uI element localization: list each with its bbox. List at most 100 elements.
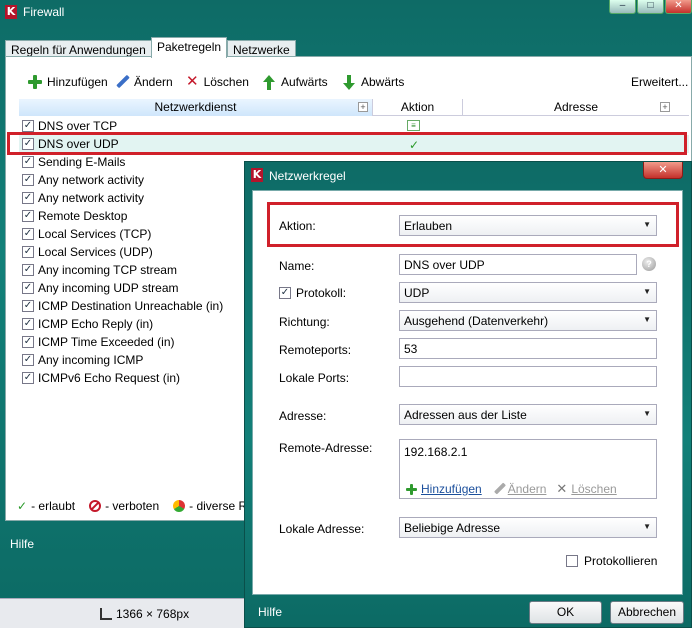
log-icon: ≡: [407, 120, 420, 131]
direction-label: Richtung:: [279, 315, 330, 329]
up-label: Aufwärts: [281, 75, 328, 89]
remote-delete-link[interactable]: Löschen: [571, 482, 616, 496]
row-checkbox[interactable]: ✓: [22, 372, 34, 384]
grid-header: Netzwerkdienst + Aktion Adresse +: [19, 99, 689, 116]
legend-forbidden: - verboten: [105, 499, 160, 513]
pencil-icon: [492, 483, 504, 495]
action-label: Aktion:: [279, 219, 316, 233]
kaspersky-logo-icon: K: [251, 168, 263, 182]
dialog-titlebar: K Netzwerkregel ✕: [245, 162, 691, 188]
remote-address-item[interactable]: 192.168.2.1: [404, 445, 467, 459]
help-link[interactable]: Hilfe: [10, 537, 34, 551]
delete-button[interactable]: ✕ Löschen: [186, 71, 249, 93]
tab-packet-rules[interactable]: Paketregeln: [151, 37, 228, 58]
protocol-label: Protokoll:: [296, 286, 347, 300]
row-service-name: Any network activity: [38, 191, 145, 205]
toolbar: Hinzufügen Ändern ✕ Löschen Aufwärts Abw…: [18, 71, 688, 93]
action-select[interactable]: Erlauben: [399, 215, 657, 236]
maximize-button[interactable]: □: [637, 0, 664, 14]
local-address-select[interactable]: Beliebige Adresse: [399, 517, 657, 538]
row-checkbox[interactable]: ✓: [22, 336, 34, 348]
firewall-titlebar: K Firewall – □ ✕: [0, 0, 692, 24]
row-checkbox[interactable]: ✓: [22, 264, 34, 276]
local-ports-label: Lokale Ports:: [279, 371, 350, 385]
dialog-help-link[interactable]: Hilfe: [258, 605, 282, 619]
row-service-name: Any incoming ICMP: [38, 353, 144, 367]
remote-address-actions: Hinzufügen Ändern ✕ Löschen: [406, 482, 627, 496]
address-select[interactable]: Adressen aus der Liste: [399, 404, 657, 425]
row-service-name: ICMP Time Exceeded (in): [38, 335, 175, 349]
log-label: Protokollieren: [584, 554, 658, 568]
remote-address-label: Remote-Adresse:: [279, 441, 373, 455]
minimize-button[interactable]: –: [609, 0, 636, 14]
expand-column-icon[interactable]: +: [660, 102, 670, 112]
name-label: Name:: [279, 259, 315, 273]
close-button[interactable]: ✕: [665, 0, 692, 14]
remote-add-link[interactable]: Hinzufügen: [421, 482, 482, 496]
column-header-service[interactable]: Netzwerkdienst: [19, 99, 373, 116]
row-service-name: Local Services (UDP): [38, 245, 153, 259]
arrow-up-icon: [262, 74, 276, 90]
pencil-icon: [115, 75, 129, 89]
protocol-checkbox[interactable]: ✓: [279, 287, 291, 299]
row-checkbox[interactable]: ✓: [22, 120, 34, 132]
direction-select[interactable]: Ausgehend (Datenverkehr): [399, 310, 657, 331]
protocol-select[interactable]: UDP: [399, 282, 657, 303]
move-down-button[interactable]: Abwärts: [342, 71, 404, 93]
move-up-button[interactable]: Aufwärts: [262, 71, 328, 93]
delete-x-icon: ✕: [556, 481, 568, 496]
dialog-close-button[interactable]: ✕: [643, 162, 683, 179]
dialog-title: Netzwerkregel: [269, 169, 346, 183]
remote-edit-link[interactable]: Ändern: [508, 482, 547, 496]
row-checkbox[interactable]: ✓: [22, 246, 34, 258]
row-service-name: ICMP Echo Reply (in): [38, 317, 154, 331]
log-checkbox[interactable]: [566, 555, 578, 567]
column-header-address[interactable]: Adresse: [463, 99, 689, 116]
row-service-name: Remote Desktop: [38, 209, 128, 223]
row-checkbox[interactable]: ✓: [22, 354, 34, 366]
row-checkbox[interactable]: ✓: [22, 318, 34, 330]
remote-ports-label: Remoteports:: [279, 343, 352, 357]
kaspersky-logo-icon: K: [5, 5, 17, 19]
address-label: Adresse:: [279, 409, 327, 423]
network-rule-dialog: K Netzwerkregel ✕ Aktion: Erlauben Name:…: [244, 161, 692, 628]
local-address-label: Lokale Adresse:: [279, 522, 365, 536]
row-checkbox[interactable]: ✓: [22, 192, 34, 204]
row-checkbox[interactable]: ✓: [22, 210, 34, 222]
row-service-name: ICMPv6 Echo Request (in): [38, 371, 181, 385]
add-button[interactable]: Hinzufügen: [28, 71, 108, 93]
row-checkbox[interactable]: ✓: [22, 228, 34, 240]
local-ports-field[interactable]: [399, 366, 657, 387]
down-label: Abwärts: [361, 75, 405, 89]
name-field[interactable]: DNS over UDP: [399, 254, 637, 275]
legend-allowed: - erlaubt: [31, 499, 76, 513]
remote-address-list[interactable]: 192.168.2.1 Hinzufügen Ändern ✕ Löschen: [399, 439, 657, 499]
remote-ports-field[interactable]: 53: [399, 338, 657, 359]
row-checkbox[interactable]: ✓: [22, 300, 34, 312]
row-service-name: Local Services (TCP): [38, 227, 152, 241]
row-service-name: Sending E-Mails: [38, 155, 126, 169]
delete-x-icon: ✕: [186, 73, 199, 90]
row-checkbox[interactable]: ✓: [22, 174, 34, 186]
add-label: Hinzufügen: [47, 75, 108, 89]
help-bubble-icon[interactable]: ?: [642, 257, 656, 271]
row-checkbox[interactable]: ✓: [22, 282, 34, 294]
delete-label: Löschen: [203, 75, 249, 89]
window-title: Firewall: [23, 5, 65, 19]
ok-button[interactable]: OK: [529, 601, 602, 624]
column-header-action[interactable]: Aktion: [373, 99, 463, 116]
row-checkbox[interactable]: ✓: [22, 156, 34, 168]
edit-button[interactable]: Ändern: [115, 71, 173, 93]
row-service-name: Any network activity: [38, 173, 145, 187]
advanced-link[interactable]: Erweitert...: [631, 71, 688, 93]
row-service-name: Any incoming UDP stream: [38, 281, 179, 295]
forbidden-icon: [89, 500, 102, 512]
selected-row-highlight: [7, 132, 687, 155]
plus-icon: [406, 483, 417, 495]
allowed-check-icon: ✓: [17, 499, 28, 513]
row-service-name: Any incoming TCP stream: [38, 263, 177, 277]
cancel-button[interactable]: Abbrechen: [610, 601, 684, 624]
edit-label: Ändern: [134, 75, 173, 89]
expand-column-icon[interactable]: +: [358, 102, 368, 112]
resize-icon: [100, 608, 112, 620]
